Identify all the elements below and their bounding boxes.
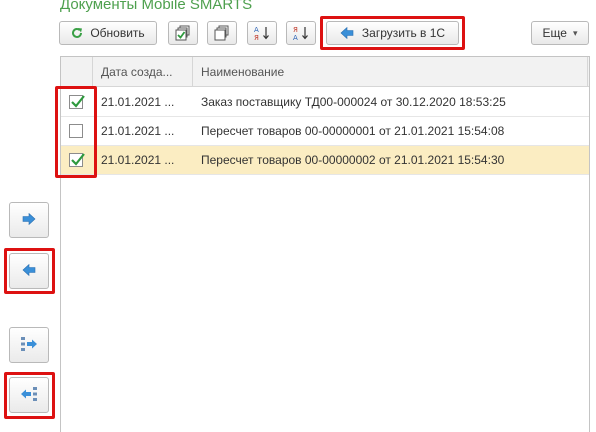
row-checkbox[interactable] <box>69 124 83 138</box>
chevron-down-icon: ▾ <box>572 27 578 38</box>
row-name: Пересчет товаров 00-00000001 от 21.01.20… <box>201 124 505 138</box>
table-row[interactable]: 21.01.2021 ... Заказ поставщику ТД00-000… <box>61 88 589 117</box>
check-all-icon <box>175 25 191 41</box>
table-row[interactable]: 21.01.2021 ... Пересчет товаров 00-00000… <box>61 117 589 146</box>
sort-descending-button[interactable]: Я А <box>286 21 316 45</box>
load-to-1c-button[interactable]: Загрузить в 1С <box>326 21 459 45</box>
column-header-date[interactable]: Дата созда... <box>101 57 191 87</box>
row-name: Заказ поставщику ТД00-000024 от 30.12.20… <box>201 95 506 109</box>
refresh-label: Обновить <box>90 26 145 40</box>
arrow-left-icon <box>22 263 36 279</box>
table-header: Дата созда... Наименование <box>61 57 589 87</box>
svg-text:А: А <box>254 26 259 34</box>
check-all-button[interactable] <box>168 21 198 45</box>
move-right-button[interactable] <box>9 202 49 238</box>
tree-move-right-icon <box>20 336 38 355</box>
more-label: Еще <box>542 26 567 40</box>
svg-text:Я: Я <box>254 34 259 41</box>
row-date: 21.01.2021 ... <box>101 153 175 167</box>
refresh-icon <box>71 27 83 39</box>
svg-text:Я: Я <box>293 26 298 34</box>
form-title: Документы Mobile SMARTS <box>60 0 253 13</box>
svg-text:А: А <box>293 34 298 41</box>
sort-ascending-icon: А Я <box>253 25 271 41</box>
row-date: 21.01.2021 ... <box>101 95 175 109</box>
table-row[interactable]: 21.01.2021 ... Пересчет товаров 00-00000… <box>61 146 589 175</box>
row-name: Пересчет товаров 00-00000002 от 21.01.20… <box>201 153 505 167</box>
more-button[interactable]: Еще ▾ <box>531 21 589 45</box>
arrow-right-icon <box>22 212 36 228</box>
row-checkbox[interactable] <box>69 153 85 167</box>
arrow-left-icon <box>340 27 354 39</box>
sort-ascending-button[interactable]: А Я <box>247 21 277 45</box>
uncheck-all-icon <box>214 25 230 41</box>
refresh-button[interactable]: Обновить <box>59 21 157 45</box>
row-date: 21.01.2021 ... <box>101 124 175 138</box>
tree-move-left-icon <box>20 386 38 405</box>
documents-table: Дата созда... Наименование 21.01.2021 ..… <box>60 56 590 432</box>
row-checkbox[interactable] <box>69 95 85 109</box>
tree-move-left-button[interactable] <box>9 377 49 413</box>
tree-move-right-button[interactable] <box>9 327 49 363</box>
move-left-button[interactable] <box>9 253 49 289</box>
column-header-name[interactable]: Наименование <box>201 57 581 87</box>
load-to-1c-label: Загрузить в 1С <box>361 26 446 40</box>
uncheck-all-button[interactable] <box>207 21 237 45</box>
sort-descending-icon: Я А <box>292 25 310 41</box>
